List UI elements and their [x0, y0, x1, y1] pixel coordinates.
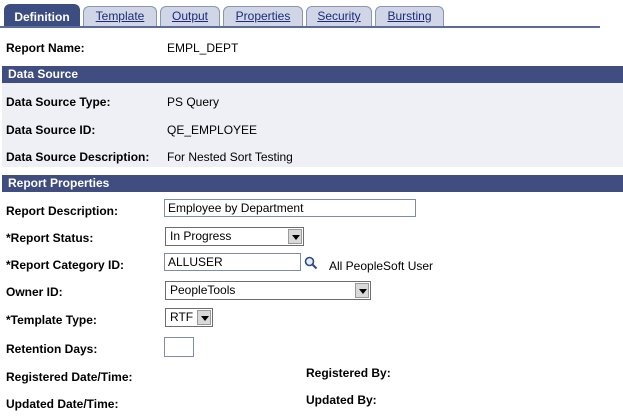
registered-date-label: Registered Date/Time: — [6, 370, 133, 384]
registered-by-label: Registered By: — [306, 366, 391, 380]
report-properties-header: Report Properties — [2, 175, 623, 192]
template-type-select[interactable]: RTF — [165, 308, 213, 327]
owner-id-value: PeopleTools — [170, 283, 236, 297]
tab-bar: Definition Template Output Properties Se… — [0, 4, 600, 28]
tab-template[interactable]: Template — [83, 6, 157, 26]
tab-security[interactable]: Security — [306, 6, 372, 26]
report-status-value: In Progress — [170, 229, 232, 243]
chevron-down-icon[interactable] — [197, 310, 211, 325]
report-category-label: *Report Category ID: — [6, 258, 125, 272]
updated-date-label: Updated Date/Time: — [6, 397, 119, 411]
report-category-description: All PeopleSoft User — [329, 259, 434, 273]
updated-by-label: Updated By: — [306, 393, 377, 407]
template-type-value: RTF — [170, 310, 194, 324]
data-source-type-label: Data Source Type: — [6, 95, 111, 109]
search-icon[interactable] — [304, 256, 318, 270]
data-source-id-label: Data Source ID: — [6, 123, 96, 137]
report-category-input[interactable] — [164, 253, 301, 271]
data-source-desc-value: For Nested Sort Testing — [167, 150, 293, 164]
tab-definition[interactable]: Definition — [4, 4, 80, 28]
retention-days-input[interactable] — [164, 337, 194, 357]
tab-properties[interactable]: Properties — [223, 6, 303, 26]
owner-id-label: Owner ID: — [6, 285, 63, 299]
data-source-desc-label: Data Source Description: — [6, 150, 150, 164]
data-source-header: Data Source — [2, 66, 623, 83]
retention-days-label: Retention Days: — [6, 342, 98, 356]
report-status-label: *Report Status: — [6, 231, 94, 245]
template-type-label: *Template Type: — [6, 313, 97, 327]
tab-bursting[interactable]: Bursting — [375, 6, 444, 26]
report-name-label: Report Name: — [6, 41, 85, 55]
report-description-label: Report Description: — [6, 204, 119, 218]
report-description-input[interactable] — [164, 199, 416, 217]
report-name-value: EMPL_DEPT — [167, 41, 239, 55]
data-source-type-value: PS Query — [167, 95, 220, 109]
tab-output[interactable]: Output — [160, 6, 220, 26]
owner-id-select[interactable]: PeopleTools — [165, 281, 371, 300]
tab-underline — [0, 26, 600, 28]
data-source-id-value: QE_EMPLOYEE — [167, 123, 258, 137]
report-status-select[interactable]: In Progress — [165, 227, 304, 246]
chevron-down-icon[interactable] — [288, 229, 302, 244]
chevron-down-icon[interactable] — [355, 283, 369, 298]
